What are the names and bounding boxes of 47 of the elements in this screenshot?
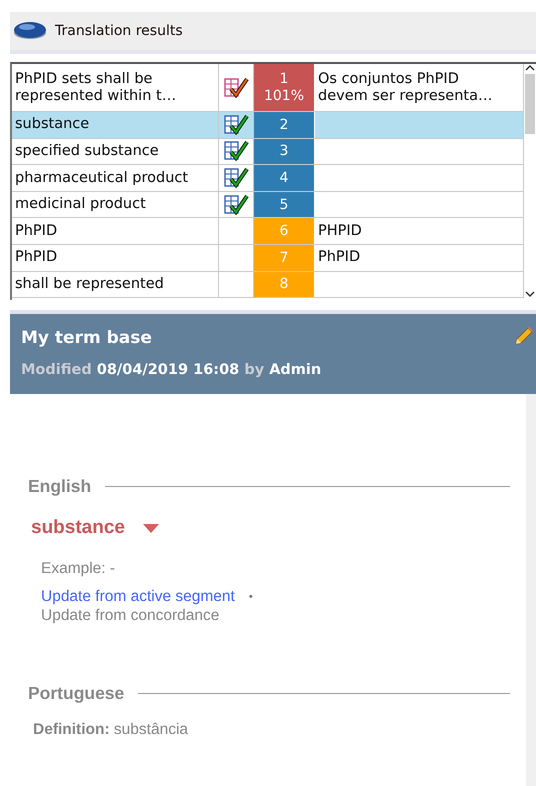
source-cell: PhPID	[12, 218, 219, 244]
update-link[interactable]: Update from concordance	[41, 606, 220, 624]
source-cell: pharmaceutical product	[12, 165, 219, 191]
scroll-up-icon[interactable]	[525, 64, 535, 72]
match-number-cell: 6	[254, 218, 315, 244]
result-row[interactable]: shall be represented 8	[12, 272, 524, 298]
result-row[interactable]: PhPID 7 PhPID	[12, 244, 524, 272]
definition-text: Definition: substância	[33, 721, 190, 740]
result-row[interactable]: substance 2	[12, 112, 524, 139]
scroll-down-icon[interactable]	[525, 290, 535, 298]
checklist-icon	[223, 76, 249, 98]
termbase-title: My term base	[21, 328, 152, 348]
checklist-icon	[223, 140, 249, 162]
match-number-cell: 1 101%	[254, 64, 315, 111]
result-row[interactable]: medicinal product 5	[12, 192, 524, 218]
source-cell: medicinal product	[12, 192, 219, 218]
scrollbar[interactable]	[524, 64, 536, 298]
panel-title: Translation results	[55, 23, 183, 39]
match-number-cell: 2	[254, 112, 315, 138]
update-link[interactable]: Update from active segment	[41, 588, 235, 607]
match-number-cell: 5	[254, 192, 315, 218]
scrollbar[interactable]	[526, 394, 536, 786]
dropdown-triangle-icon[interactable]	[142, 524, 159, 532]
scroll-thumb[interactable]	[525, 74, 535, 134]
match-number-cell: 3	[254, 138, 315, 164]
disc-icon	[13, 21, 47, 41]
source-cell: specified substance	[12, 138, 219, 164]
checklist-icon	[223, 194, 249, 216]
checklist-icon	[223, 166, 249, 189]
source-cell: shall be represented	[12, 272, 219, 298]
pencil-icon[interactable]	[514, 326, 534, 346]
match-number-cell: 8	[254, 272, 315, 298]
language-heading: Portuguese	[28, 683, 124, 704]
result-row[interactable]: pharmaceutical product 4	[12, 165, 524, 192]
example-text: Example: -	[41, 560, 116, 578]
term-text: substance	[31, 517, 125, 539]
match-number-cell: 4	[254, 165, 315, 191]
source-cell: PhPID sets shall be represented within t…	[12, 64, 219, 111]
result-row[interactable]: PhPID 6 PHPID	[12, 218, 524, 245]
result-row[interactable]: specified substance 3	[12, 138, 524, 166]
source-cell: PhPID	[12, 244, 219, 271]
language-heading: English	[28, 476, 92, 497]
bullet-separator: •	[248, 590, 253, 604]
modified-info: Modified 08/04/2019 16:08 by Admin	[21, 362, 322, 378]
match-number-cell: 7	[254, 244, 315, 271]
source-cell: substance	[12, 112, 219, 138]
checklist-icon	[223, 114, 249, 136]
